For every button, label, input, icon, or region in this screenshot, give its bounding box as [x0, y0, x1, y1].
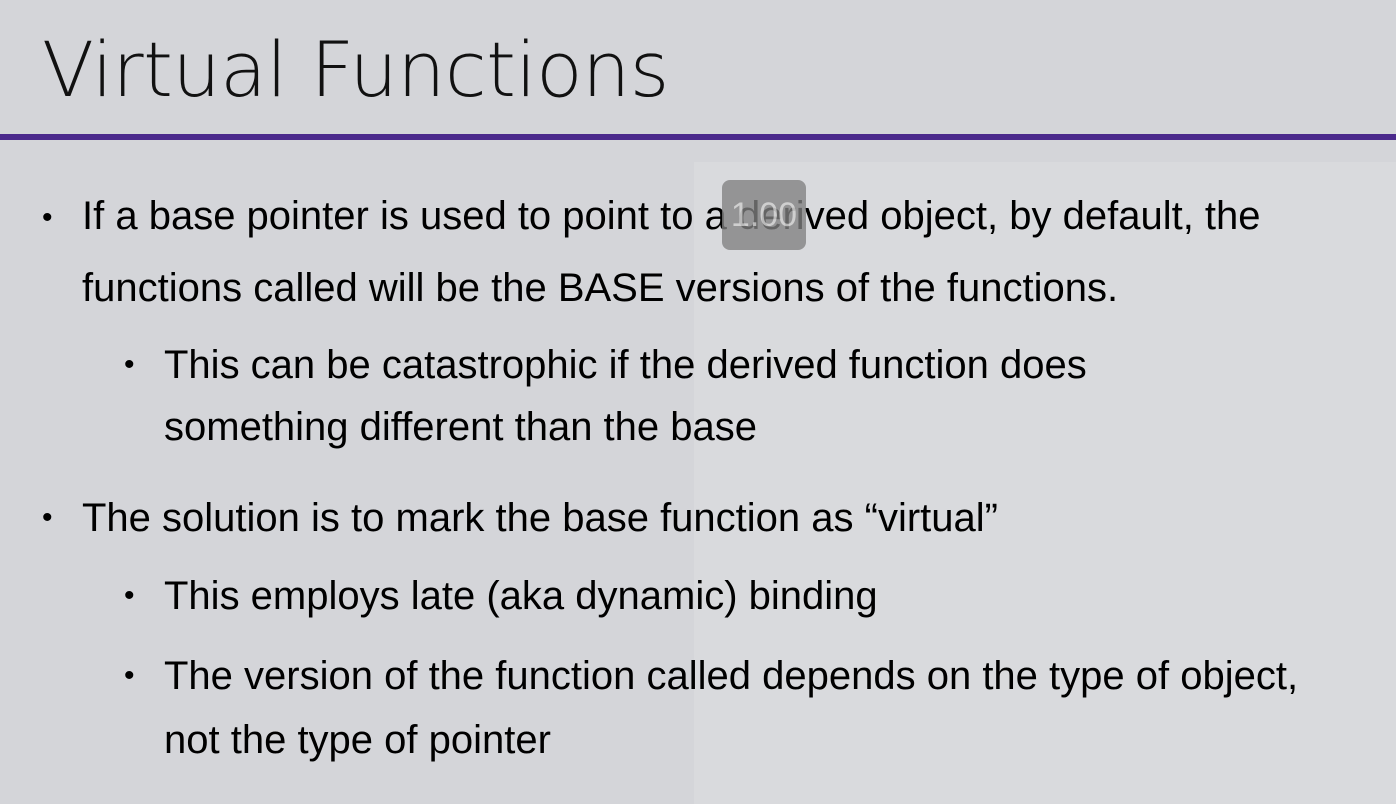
bullet-icon: • [124, 579, 135, 612]
bullet-item: • The solution is to mark the base funct… [42, 490, 1282, 546]
bullet-text: The version of the function called depen… [164, 654, 1299, 762]
bullet-icon: • [124, 348, 135, 381]
bullet-icon: • [124, 659, 135, 692]
slide-title: Virtual Functions [42, 25, 669, 114]
title-divider [0, 134, 1396, 140]
sub-bullet-item: • This employs late (aka dynamic) bindin… [124, 568, 1264, 624]
bullet-icon: • [42, 501, 53, 534]
sub-bullet-item: • This can be catastrophic if the derive… [124, 334, 1264, 458]
bullet-text: The solution is to mark the base functio… [82, 496, 998, 540]
playback-speed-badge[interactable]: 1.00 [722, 180, 806, 250]
bullet-text: If a base pointer is used to point to a … [82, 194, 1261, 310]
sub-bullet-item: • The version of the function called dep… [124, 644, 1364, 772]
bullet-text: This employs late (aka dynamic) binding [164, 574, 878, 618]
bullet-text: This can be catastrophic if the derived … [164, 343, 1087, 449]
bullet-icon: • [42, 201, 53, 234]
